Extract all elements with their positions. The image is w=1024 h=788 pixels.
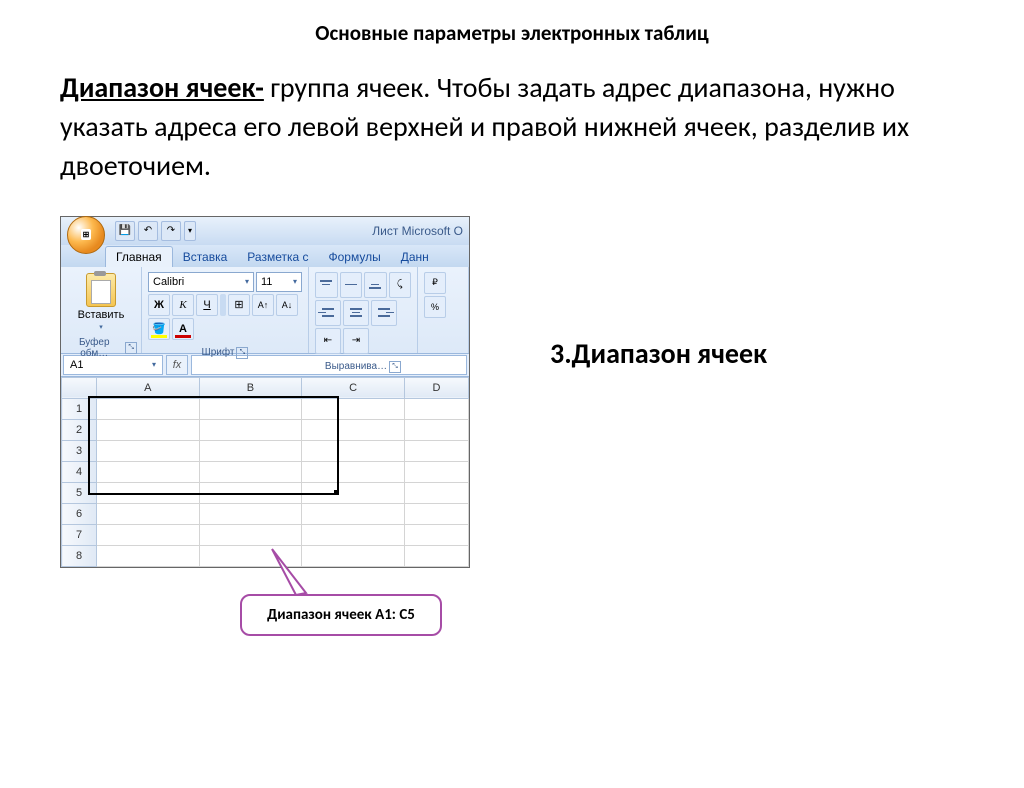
- increase-indent-button[interactable]: ⇥: [343, 328, 369, 354]
- tab-home[interactable]: Главная: [105, 246, 173, 267]
- font-name-combo[interactable]: Calibri▾: [148, 272, 254, 292]
- select-all-corner[interactable]: [62, 377, 97, 398]
- font-color-button[interactable]: А: [172, 318, 194, 340]
- align-middle-button[interactable]: [340, 272, 363, 298]
- row-header[interactable]: 3: [62, 440, 97, 461]
- ribbon-tabs: Главная Вставка Разметка с Формулы Данн: [61, 245, 469, 267]
- tab-insert[interactable]: Вставка: [173, 247, 238, 267]
- row-header[interactable]: 8: [62, 545, 97, 566]
- window-title: Лист Microsoft O: [372, 224, 463, 238]
- redo-icon[interactable]: ↷: [161, 221, 181, 241]
- term: Диапазон ячеек-: [60, 70, 264, 105]
- font-group: Calibri▾ 11▾ Ж К Ч ⊞ A↑ A↓: [142, 267, 309, 353]
- alignment-group-label: Выравнива…: [325, 361, 387, 372]
- orientation-button[interactable]: ⤹: [389, 272, 412, 298]
- font-group-label: Шрифт: [202, 347, 235, 358]
- row-header[interactable]: 5: [62, 482, 97, 503]
- office-button[interactable]: ⊞: [67, 216, 105, 254]
- slide-title: Основные параметры электронных таблиц: [60, 20, 964, 46]
- align-center-button[interactable]: [343, 300, 369, 326]
- underline-button[interactable]: Ч: [196, 294, 218, 316]
- col-header[interactable]: A: [97, 377, 200, 398]
- clipboard-group: Вставить ▾ Буфер обм…⤡: [61, 267, 142, 353]
- tab-formulas[interactable]: Формулы: [319, 247, 391, 267]
- grow-font-button[interactable]: A↑: [252, 294, 274, 316]
- excel-screenshot: ⊞ 💾 ↶ ↷ ▾ Лист Microsoft O Главная Встав…: [60, 216, 470, 568]
- title-bar: ⊞ 💾 ↶ ↷ ▾ Лист Microsoft O: [61, 217, 469, 245]
- row-header[interactable]: 7: [62, 524, 97, 545]
- col-header[interactable]: B: [199, 377, 302, 398]
- border-button[interactable]: ⊞: [228, 294, 250, 316]
- paste-label: Вставить: [78, 309, 125, 321]
- col-header[interactable]: C: [302, 377, 405, 398]
- bold-button[interactable]: Ж: [148, 294, 170, 316]
- alignment-group: ⤹ ⇤ ⇥ Выравнива…⤡: [309, 267, 418, 353]
- align-left-button[interactable]: [315, 300, 341, 326]
- percent-button[interactable]: %: [424, 296, 446, 318]
- row-header[interactable]: 1: [62, 398, 97, 419]
- paste-button[interactable]: Вставить ▾: [65, 269, 137, 335]
- body-paragraph: Диапазон ячеек- группа ячеек. Чтобы зада…: [60, 68, 964, 186]
- clipboard-group-label: Буфер обм…: [65, 337, 123, 359]
- currency-button[interactable]: ₽: [424, 272, 446, 294]
- ribbon: Вставить ▾ Буфер обм…⤡ Calibri▾ 11▾ Ж К: [61, 267, 469, 354]
- dialog-launcher-icon[interactable]: ⤡: [389, 361, 401, 373]
- dialog-launcher-icon[interactable]: ⤡: [236, 347, 248, 359]
- fill-handle[interactable]: [334, 490, 339, 495]
- tab-layout[interactable]: Разметка с: [237, 247, 318, 267]
- align-top-button[interactable]: [315, 272, 338, 298]
- section-heading: 3.Диапазон ячеек: [510, 216, 964, 371]
- col-header[interactable]: D: [404, 377, 468, 398]
- row-header[interactable]: 2: [62, 419, 97, 440]
- paste-icon: [86, 273, 116, 307]
- font-size-combo[interactable]: 11▾: [256, 272, 302, 292]
- tab-data[interactable]: Данн: [391, 247, 439, 267]
- save-icon[interactable]: 💾: [115, 221, 135, 241]
- dialog-launcher-icon[interactable]: ⤡: [125, 342, 137, 354]
- row-header[interactable]: 6: [62, 503, 97, 524]
- align-right-button[interactable]: [371, 300, 397, 326]
- row-header[interactable]: 4: [62, 461, 97, 482]
- callout-box: Диапазон ячеек A1: С5: [240, 594, 442, 636]
- fill-color-button[interactable]: 🪣: [148, 318, 170, 340]
- number-group: ₽ %: [418, 267, 469, 353]
- shrink-font-button[interactable]: A↓: [276, 294, 298, 316]
- undo-icon[interactable]: ↶: [138, 221, 158, 241]
- worksheet-grid[interactable]: A B C D 1 2 3 4 5 6 7 8: [61, 377, 469, 567]
- align-bottom-button[interactable]: [364, 272, 387, 298]
- italic-button[interactable]: К: [172, 294, 194, 316]
- quick-access-toolbar: 💾 ↶ ↷ ▾: [115, 221, 196, 241]
- qat-dropdown-icon[interactable]: ▾: [184, 221, 196, 241]
- decrease-indent-button[interactable]: ⇤: [315, 328, 341, 354]
